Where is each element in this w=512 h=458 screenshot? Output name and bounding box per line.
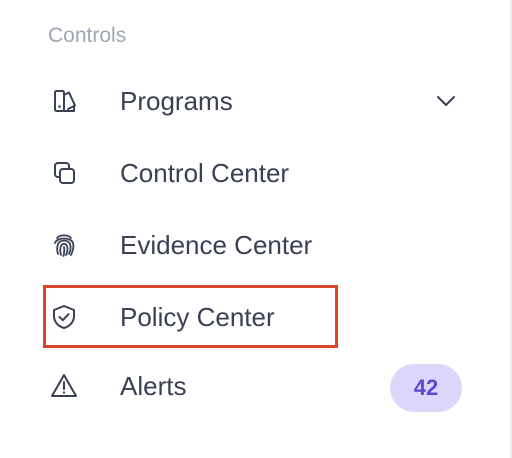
nav-label-programs: Programs — [120, 86, 233, 116]
nav-label-control-center: Control Center — [120, 158, 290, 188]
nav-label-alerts: Alerts — [120, 371, 187, 401]
chevron-down-icon[interactable] — [434, 89, 458, 113]
nav-label-evidence-center: Evidence Center — [120, 230, 313, 260]
programs-icon — [48, 85, 80, 117]
fingerprint-icon — [48, 229, 80, 261]
highlight-frame — [43, 285, 338, 348]
nav-item-control-center[interactable]: Control Center — [48, 151, 468, 195]
section-heading: Controls — [48, 24, 127, 47]
warning-triangle-icon — [48, 370, 80, 402]
copy-squares-icon — [48, 157, 80, 189]
nav-item-alerts[interactable]: Alerts 42 — [48, 364, 468, 412]
nav-item-evidence-center[interactable]: Evidence Center — [48, 223, 468, 267]
nav-item-programs[interactable]: Programs — [48, 79, 468, 123]
alerts-count-badge: 42 — [390, 364, 462, 412]
